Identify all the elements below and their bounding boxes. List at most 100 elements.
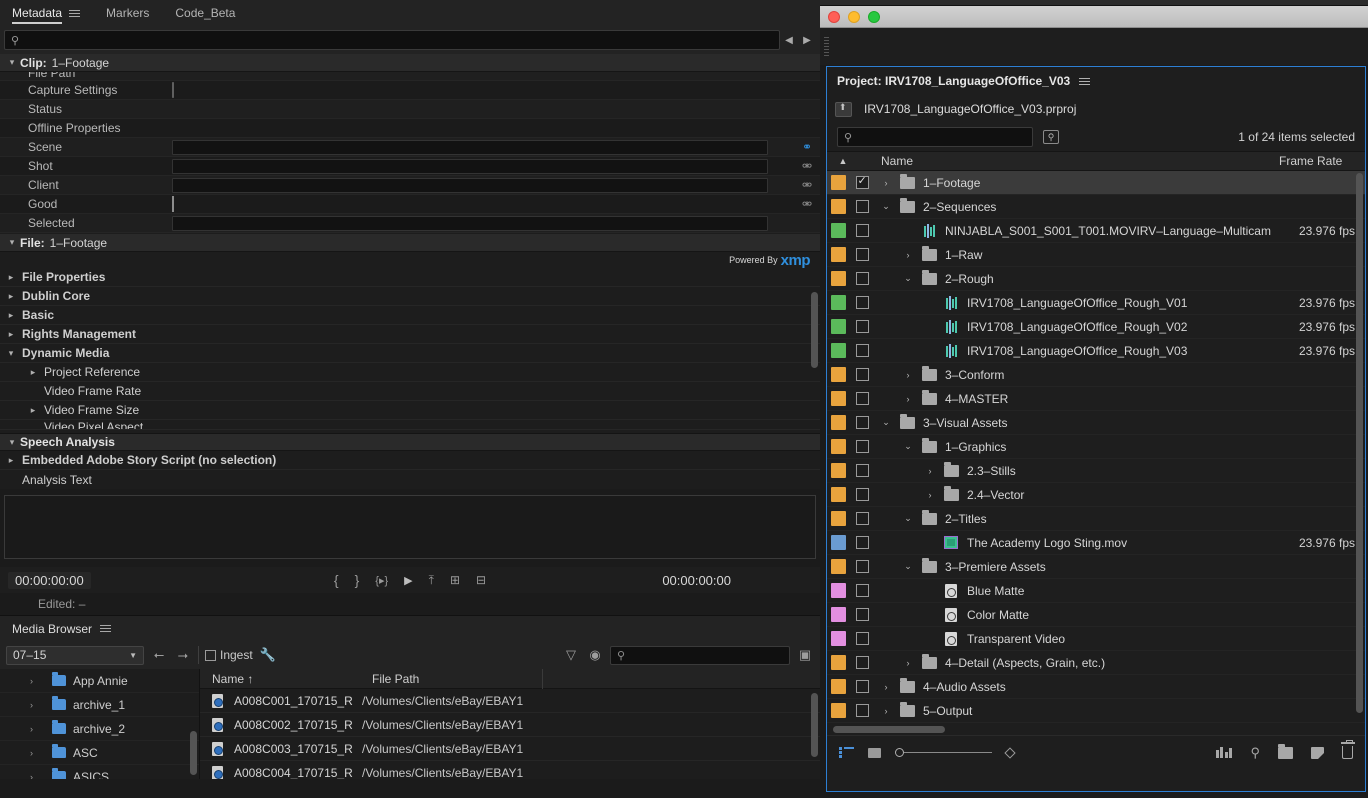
item-checkbox[interactable]: [855, 200, 869, 213]
project-item-row[interactable]: ⌄ 1–Graphics: [827, 435, 1365, 459]
maximize-window-button[interactable]: [868, 10, 880, 23]
file-row[interactable]: A008C004_170715_R/Volumes/Clients/eBay/E…: [200, 761, 820, 779]
wrench-icon[interactable]: 🔧: [259, 647, 277, 663]
panel-menu-icon[interactable]: [69, 8, 81, 19]
chevron-right-icon[interactable]: ›: [875, 682, 897, 692]
new-item-icon[interactable]: [1311, 746, 1324, 759]
ingest-toggle[interactable]: Ingest: [205, 648, 253, 662]
tab-metadata[interactable]: Metadata: [12, 0, 81, 26]
new-bin-icon[interactable]: [1278, 743, 1293, 759]
metadata-text-field[interactable]: [172, 215, 768, 231]
label-color-chip[interactable]: [830, 391, 846, 406]
chevron-right-icon[interactable]: ▸: [0, 455, 22, 466]
file-section-header[interactable]: ▾ File: 1–Footage: [0, 234, 820, 252]
project-item-row[interactable]: › 4–Detail (Aspects, Grain, etc.): [827, 651, 1365, 675]
slider-track[interactable]: [904, 751, 992, 754]
chevron-right-icon[interactable]: ›: [30, 772, 33, 780]
overwrite-icon[interactable]: ⊟: [476, 573, 486, 587]
label-color-chip[interactable]: [830, 247, 846, 262]
arrow-right-icon[interactable]: ⭢: [174, 647, 192, 663]
item-checkbox[interactable]: [855, 344, 869, 357]
project-list-hscrollbar[interactable]: [833, 726, 945, 733]
metadata-group-row[interactable]: ▸ Project Reference: [0, 363, 820, 382]
find-icon[interactable]: ⚲: [1043, 130, 1059, 144]
zoom-slider[interactable]: [895, 748, 992, 757]
tree-scrollbar[interactable]: [190, 731, 197, 775]
chevron-down-icon[interactable]: ⌄: [897, 441, 919, 452]
arrow-left-icon[interactable]: ⭠: [150, 647, 168, 663]
project-item-row[interactable]: › 4–Audio Assets: [827, 675, 1365, 699]
chevron-right-icon[interactable]: ›: [30, 676, 33, 686]
chevron-right-icon[interactable]: ›: [875, 706, 897, 716]
minus-button-icon[interactable]: [172, 81, 174, 98]
good-checkbox[interactable]: [172, 195, 174, 212]
parent-bin-icon[interactable]: [835, 101, 852, 117]
play-icon[interactable]: ▶: [404, 574, 412, 587]
ingest-checkbox[interactable]: [205, 649, 216, 661]
item-checkbox[interactable]: [855, 416, 869, 429]
item-checkbox[interactable]: [855, 536, 869, 549]
chevron-right-icon[interactable]: ›: [919, 466, 941, 476]
clip-section-header[interactable]: ▾ Clip: 1–Footage: [0, 54, 820, 72]
chevron-down-icon[interactable]: ▾: [0, 348, 22, 359]
label-color-chip[interactable]: [830, 439, 846, 454]
close-window-button[interactable]: [828, 10, 840, 23]
label-color-chip[interactable]: [830, 559, 846, 574]
mark-in-icon[interactable]: {: [334, 572, 339, 588]
label-color-chip[interactable]: [830, 487, 846, 502]
column-file-path[interactable]: File Path: [372, 672, 542, 686]
item-checkbox[interactable]: [855, 174, 869, 189]
project-item-row[interactable]: › 3–Conform: [827, 363, 1365, 387]
label-color-chip[interactable]: [830, 463, 846, 478]
label-color-chip[interactable]: [830, 607, 846, 622]
minimize-window-button[interactable]: [848, 10, 860, 23]
filter-icon[interactable]: ▽: [562, 647, 580, 663]
sort-indicator-icon[interactable]: ▲: [827, 156, 859, 166]
metadata-search-field[interactable]: ⚲: [4, 30, 780, 50]
project-item-row[interactable]: IRV1708_LanguageOfOffice_Rough_V03 23.976…: [827, 339, 1365, 363]
metadata-search-input[interactable]: [19, 34, 779, 46]
slider-knob[interactable]: [895, 748, 904, 757]
metadata-text-field[interactable]: [172, 177, 768, 193]
label-color-chip[interactable]: [830, 655, 846, 670]
item-checkbox[interactable]: [855, 680, 869, 693]
item-checkbox[interactable]: [855, 560, 869, 573]
label-color-chip[interactable]: [830, 703, 846, 718]
metadata-group-row[interactable]: ▸ Basic: [0, 306, 820, 325]
item-checkbox[interactable]: [855, 224, 869, 237]
chevron-down-icon[interactable]: ⌄: [875, 201, 897, 212]
label-color-chip[interactable]: [830, 631, 846, 646]
chevron-down-icon[interactable]: ▾: [4, 237, 20, 248]
mark-clip-icon[interactable]: {▸}: [375, 574, 388, 587]
project-item-row[interactable]: IRV1708_LanguageOfOffice_Rough_V02 23.976…: [827, 315, 1365, 339]
project-item-row[interactable]: ⌄ 2–Titles: [827, 507, 1365, 531]
label-color-chip[interactable]: [830, 343, 846, 358]
delete-icon[interactable]: [1340, 739, 1355, 759]
project-item-row[interactable]: The Academy Logo Sting.mov 23.976 fps: [827, 531, 1365, 555]
label-color-chip[interactable]: [830, 535, 846, 550]
project-item-row[interactable]: › 4–MASTER: [827, 387, 1365, 411]
label-color-chip[interactable]: [830, 511, 846, 526]
item-checkbox[interactable]: [855, 296, 869, 309]
project-search-field[interactable]: ⚲: [837, 127, 1033, 147]
item-checkbox[interactable]: [855, 608, 869, 621]
item-checkbox[interactable]: [855, 248, 869, 261]
file-row[interactable]: A008C002_170715_R/Volumes/Clients/eBay/E…: [200, 713, 820, 737]
metadata-group-row[interactable]: ▸ Video Frame Size: [0, 401, 820, 420]
speech-analysis-header[interactable]: ▾ Speech Analysis: [0, 433, 820, 451]
chevron-right-icon[interactable]: ›: [875, 178, 897, 188]
drag-gripper-icon[interactable]: [824, 35, 829, 59]
chevron-down-icon[interactable]: ⌄: [897, 273, 919, 284]
project-item-row[interactable]: Color Matte: [827, 603, 1365, 627]
item-checkbox[interactable]: [855, 440, 869, 453]
mark-out-icon[interactable]: }: [355, 572, 360, 588]
item-checkbox[interactable]: [855, 392, 869, 405]
project-item-row[interactable]: NINJABLA_S001_S001_T001.MOVIRV–Language–…: [827, 219, 1365, 243]
chevron-right-icon[interactable]: ›: [919, 490, 941, 500]
chevron-right-icon[interactable]: ›: [30, 748, 33, 758]
file-row[interactable]: A008C003_170715_R/Volumes/Clients/eBay/E…: [200, 737, 820, 761]
project-item-row[interactable]: › 5–Output: [827, 699, 1365, 723]
freeform-view-icon[interactable]: [1215, 747, 1233, 758]
file-row[interactable]: A008C001_170715_R/Volumes/Clients/eBay/E…: [200, 689, 820, 713]
metadata-text-field[interactable]: [172, 139, 768, 155]
